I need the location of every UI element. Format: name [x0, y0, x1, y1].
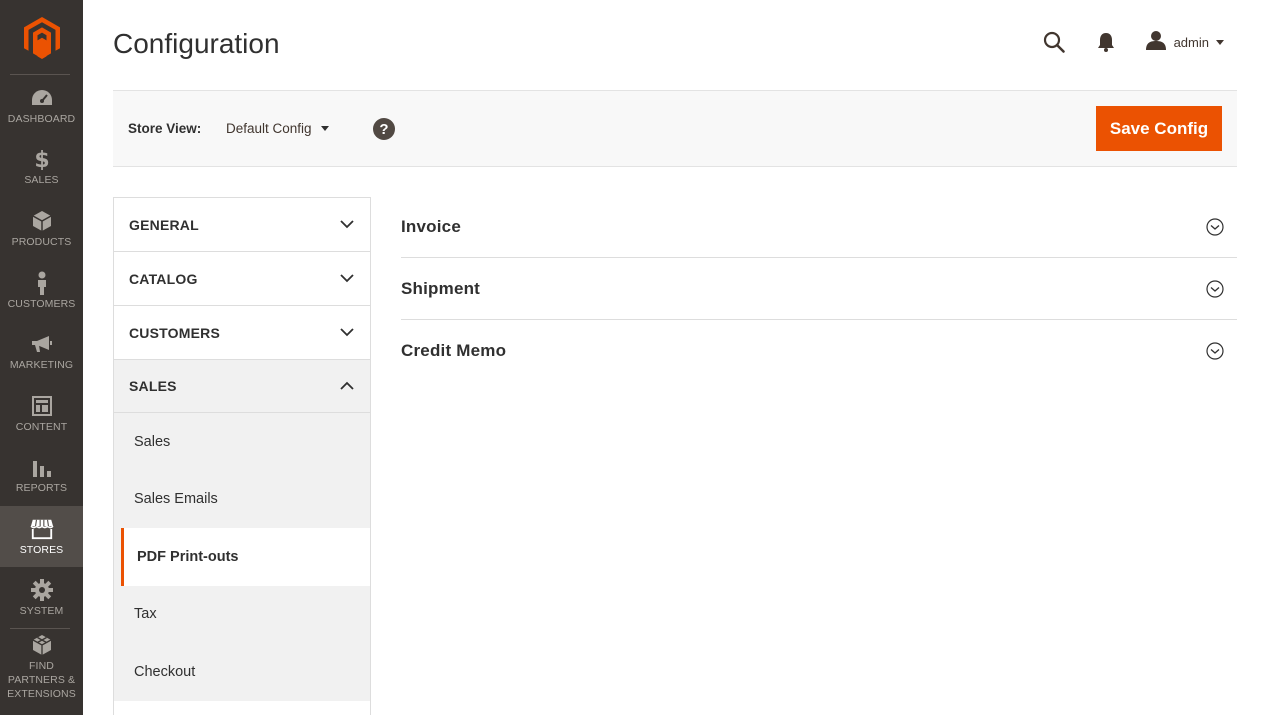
chevron-down-icon: [340, 274, 354, 283]
sales-subsections: Sales Sales Emails PDF Print-outs Tax Ch…: [114, 413, 370, 701]
section-shipment[interactable]: Shipment: [401, 258, 1237, 320]
chevron-down-icon: [320, 126, 329, 131]
menu-item-find-partners[interactable]: FIND PARTNERS & EXTENSIONS: [0, 632, 83, 702]
menu-item-content[interactable]: CONTENT: [0, 383, 83, 444]
save-config-button[interactable]: Save Config: [1096, 106, 1222, 151]
menu-item-products[interactable]: PRODUCTS: [0, 198, 83, 259]
section-title: Credit Memo: [401, 341, 507, 360]
tab-general[interactable]: GENERAL: [114, 197, 370, 251]
store-view-value: Default Config: [226, 121, 312, 136]
storefront-icon: [29, 517, 54, 541]
chevron-up-icon: [340, 381, 354, 390]
magento-logo[interactable]: [0, 0, 83, 75]
extensions-icon: [30, 633, 54, 657]
user-icon: [1145, 30, 1166, 55]
menu-divider: [10, 628, 70, 629]
tab-customers[interactable]: CUSTOMERS: [114, 305, 370, 359]
expand-circle-icon: [1206, 280, 1224, 298]
tab-title: SALES: [129, 378, 177, 394]
store-view-label: Store View:: [128, 121, 202, 136]
bar-chart-icon: [30, 455, 54, 479]
bell-icon[interactable]: [1092, 28, 1120, 56]
section-invoice[interactable]: Invoice: [401, 196, 1237, 258]
menu-label: PRODUCTS: [11, 235, 72, 248]
tab-item-pdf-print-outs[interactable]: PDF Print-outs: [121, 528, 370, 586]
tab-catalog[interactable]: CATALOG: [114, 251, 370, 305]
person-icon: [30, 271, 54, 295]
chevron-down-icon: [340, 328, 354, 337]
svg-text:$: $: [34, 148, 49, 170]
store-view-switcher[interactable]: Default Config: [226, 121, 329, 136]
menu-label: SALES: [24, 173, 59, 186]
section-credit-memo[interactable]: Credit Memo: [401, 320, 1237, 382]
help-icon[interactable]: ?: [373, 118, 395, 140]
search-icon[interactable]: [1040, 28, 1068, 56]
box-icon: [30, 209, 54, 233]
menu-label: STORES: [19, 543, 64, 556]
magento-logo-icon: [23, 16, 60, 59]
tab-item-sales-emails[interactable]: Sales Emails: [114, 471, 370, 529]
admin-user-menu[interactable]: admin: [1145, 30, 1224, 55]
config-tabs: GENERAL CATALOG CUSTOMERS SALES Sales Sa…: [113, 197, 371, 715]
tab-sales[interactable]: SALES: [114, 359, 370, 413]
admin-menu: DASHBOARD $ SALES PRODUCTS CUSTOMERS MAR…: [0, 0, 83, 715]
dashboard-icon: [30, 86, 54, 110]
tab-item-sales[interactable]: Sales: [114, 413, 370, 471]
header-actions: admin: [1040, 28, 1224, 56]
tab-item-tax[interactable]: Tax: [114, 586, 370, 644]
menu-label: SYSTEM: [19, 604, 64, 617]
store-view-bar: Store View: Default Config ? Save Config: [113, 90, 1237, 167]
admin-username: admin: [1173, 34, 1209, 50]
menu-item-reports[interactable]: REPORTS: [0, 444, 83, 505]
tab-title: GENERAL: [129, 216, 199, 233]
menu-item-customers[interactable]: CUSTOMERS: [0, 260, 83, 321]
tab-item-checkout[interactable]: Checkout: [114, 643, 370, 701]
tab-title: CATALOG: [129, 270, 198, 287]
expand-circle-icon: [1206, 342, 1224, 360]
menu-item-stores[interactable]: STORES: [0, 506, 83, 567]
tab-title: CUSTOMERS: [129, 324, 220, 341]
chevron-down-icon: [1216, 39, 1224, 45]
chevron-down-icon: [340, 220, 354, 229]
dollar-icon: $: [30, 147, 54, 171]
section-title: Invoice: [401, 216, 461, 236]
menu-item-marketing[interactable]: MARKETING: [0, 321, 83, 382]
config-sections: Invoice Shipment Credit Memo: [401, 196, 1237, 382]
menu-label: DASHBOARD: [7, 112, 76, 125]
menu-label: CUSTOMERS: [7, 297, 76, 310]
menu-item-sales[interactable]: $ SALES: [0, 136, 83, 197]
menu-item-system[interactable]: SYSTEM: [0, 567, 83, 628]
layout-icon: [30, 394, 54, 418]
page-title: Configuration: [113, 28, 280, 59]
section-title: Shipment: [401, 278, 481, 298]
gear-icon: [30, 578, 54, 602]
menu-label: CONTENT: [15, 420, 68, 433]
menu-label: REPORTS: [15, 481, 68, 494]
menu-item-dashboard[interactable]: DASHBOARD: [0, 75, 83, 136]
menu-label: MARKETING: [9, 358, 74, 371]
megaphone-icon: [30, 332, 54, 356]
expand-circle-icon: [1206, 218, 1224, 236]
menu-label: FIND PARTNERS & EXTENSIONS: [7, 660, 76, 700]
